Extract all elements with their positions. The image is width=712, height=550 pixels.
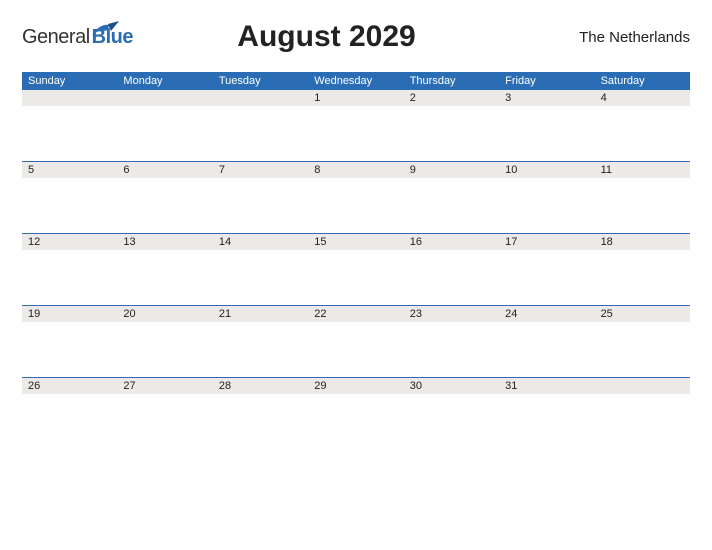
day-body [117,178,212,234]
date-cell: 26 [22,378,117,394]
day-body [22,178,117,234]
day-body [308,250,403,306]
week-row: 5 6 7 8 9 10 11 [22,162,690,178]
day-body [595,322,690,378]
weekday-header: Friday [499,72,594,90]
date-cell: 8 [308,162,403,178]
date-cell: 4 [595,90,690,106]
day-body [213,394,308,450]
day-body [213,250,308,306]
day-body [404,106,499,162]
date-cell: 9 [404,162,499,178]
header: General Blue August 2029 The Netherlands [22,20,690,54]
day-body [499,250,594,306]
date-cell: 28 [213,378,308,394]
day-body [22,106,117,162]
day-body [308,394,403,450]
week-row: 12 13 14 15 16 17 18 [22,234,690,250]
day-body [499,106,594,162]
day-body [22,250,117,306]
logo-text-general: General [22,26,90,49]
date-cell [117,90,212,106]
day-body [117,106,212,162]
day-body [308,178,403,234]
date-cell: 12 [22,234,117,250]
day-body [213,106,308,162]
weekday-header-row: Sunday Monday Tuesday Wednesday Thursday… [22,72,690,90]
weekday-header: Monday [117,72,212,90]
weekday-header: Thursday [404,72,499,90]
week-row: 1 2 3 4 [22,90,690,106]
date-cell: 20 [117,306,212,322]
date-cell: 19 [22,306,117,322]
day-body [117,394,212,450]
date-cell: 14 [213,234,308,250]
country-label: The Netherlands [560,29,690,46]
date-cell: 27 [117,378,212,394]
weekday-header: Wednesday [308,72,403,90]
date-cell: 18 [595,234,690,250]
day-body [117,250,212,306]
day-body [595,106,690,162]
date-cell: 2 [404,90,499,106]
date-cell: 3 [499,90,594,106]
day-body [499,394,594,450]
date-cell [595,378,690,394]
brand-logo: General Blue [22,26,133,49]
day-body [595,250,690,306]
day-body [404,322,499,378]
date-cell: 22 [308,306,403,322]
date-cell: 6 [117,162,212,178]
date-cell: 5 [22,162,117,178]
date-cell: 1 [308,90,403,106]
day-body [308,322,403,378]
day-body [499,322,594,378]
week-body [22,106,690,162]
date-cell: 24 [499,306,594,322]
date-cell [213,90,308,106]
logo-swoosh-icon [92,20,120,43]
day-body [404,250,499,306]
date-cell: 16 [404,234,499,250]
date-cell: 29 [308,378,403,394]
week-row: 19 20 21 22 23 24 25 [22,306,690,322]
date-cell: 11 [595,162,690,178]
day-body [22,394,117,450]
day-body [308,106,403,162]
day-body [22,322,117,378]
week-body [22,394,690,450]
week-body [22,178,690,234]
date-cell: 10 [499,162,594,178]
weekday-header: Sunday [22,72,117,90]
week-row: 26 27 28 29 30 31 [22,378,690,394]
date-cell [22,90,117,106]
day-body [404,178,499,234]
date-cell: 21 [213,306,308,322]
date-cell: 23 [404,306,499,322]
calendar-page: General Blue August 2029 The Netherlands… [0,0,712,450]
weekday-header: Saturday [595,72,690,90]
date-cell: 30 [404,378,499,394]
week-body [22,250,690,306]
date-cell: 25 [595,306,690,322]
week-body [22,322,690,378]
date-cell: 15 [308,234,403,250]
day-body [213,178,308,234]
day-body [117,322,212,378]
day-body [499,178,594,234]
day-body [595,178,690,234]
day-body [213,322,308,378]
weekday-header: Tuesday [213,72,308,90]
date-cell: 17 [499,234,594,250]
date-cell: 13 [117,234,212,250]
date-cell: 31 [499,378,594,394]
month-title: August 2029 [93,20,560,54]
calendar-grid: Sunday Monday Tuesday Wednesday Thursday… [22,72,690,450]
day-body [595,394,690,450]
date-cell: 7 [213,162,308,178]
day-body [404,394,499,450]
